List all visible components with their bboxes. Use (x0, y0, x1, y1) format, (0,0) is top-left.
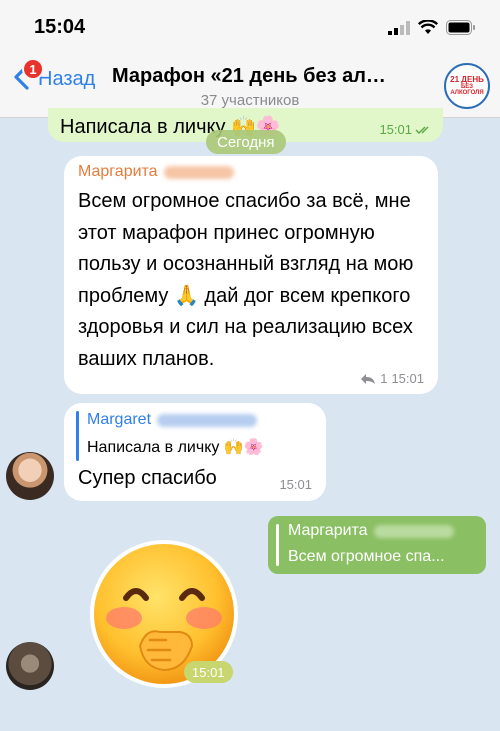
chat-subtitle: 37 участников (200, 92, 300, 109)
chat-avatar[interactable]: 21 ДЕНЬ БЕЗ АЛКОГОЛЯ (444, 63, 490, 109)
time-label: 15:01 (379, 122, 412, 137)
reply-sender: Маргарита (288, 522, 454, 540)
reply-text: Всем огромное спа... (288, 548, 445, 565)
incoming-message-bubble[interactable]: Margaret Написала в личку 🙌🌸 Супер спаси… (64, 403, 326, 501)
time-label: 15:01 (391, 371, 424, 386)
avatar-line2: БЕЗ АЛКОГОЛЯ (450, 84, 484, 96)
chat-title[interactable]: Марафон «21 день без ал… (112, 65, 430, 88)
reply-text: Написала в личку 🙌🌸 (87, 439, 264, 456)
avatar[interactable] (6, 452, 54, 500)
reply-sender-label: Margaret (87, 411, 152, 428)
sender-name: Маргарита (78, 163, 234, 181)
message-time: 15:01 (379, 122, 433, 137)
reply-quote-bar (276, 524, 279, 566)
status-icons (388, 20, 476, 35)
avatar[interactable] (6, 642, 54, 690)
blurred-surname (157, 413, 258, 427)
unread-badge: 1 (22, 58, 44, 80)
message-meta: 1 15:01 (360, 371, 424, 386)
reply-sender-label: Маргарита (288, 522, 368, 539)
date-divider: Сегодня (206, 130, 286, 154)
double-check-icon (415, 126, 429, 134)
time-label: 15:01 (279, 477, 312, 492)
avatar-line1: 21 ДЕНЬ (450, 75, 484, 84)
battery-icon (446, 20, 475, 35)
message-text: Всем огромное спасибо за всё, мне этот м… (78, 190, 414, 370)
status-time: 15:04 (34, 16, 86, 38)
incoming-message-bubble[interactable]: Маргарита Всем огромное спасибо за всё, … (64, 156, 438, 394)
blurred-surname (163, 165, 234, 179)
outgoing-reply-bubble[interactable]: Маргарита Всем огромное спа... (268, 516, 486, 574)
reply-count: 1 (380, 371, 388, 386)
sticker-time: 15:01 (184, 661, 233, 683)
signal-icon (388, 20, 410, 35)
back-label: Назад (38, 67, 96, 90)
message-text: Супер спасибо (78, 467, 217, 489)
blurred-surname (373, 524, 454, 538)
sender-name-label: Маргарита (78, 163, 158, 180)
reply-quote-bar (76, 411, 79, 461)
wifi-icon (418, 20, 438, 34)
reply-icon[interactable] (360, 373, 376, 385)
reply-sender: Margaret (87, 411, 258, 429)
status-bar: 15:04 (0, 0, 500, 52)
